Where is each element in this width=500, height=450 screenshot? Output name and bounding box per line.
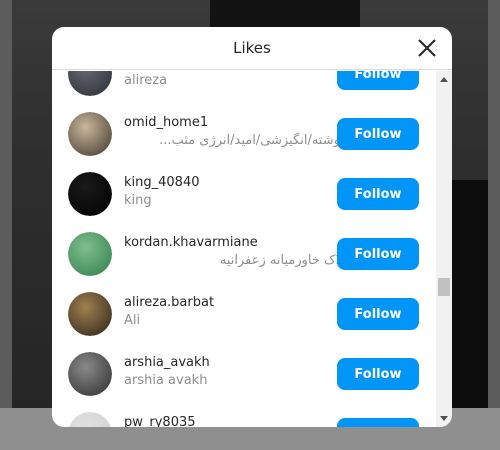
username-link[interactable]: pw_ry8035 [124, 415, 196, 427]
avatar[interactable] [68, 232, 112, 276]
username-link[interactable]: kordan.khavarmiane [124, 235, 258, 250]
list-item: pw_ry8035 Follow [52, 405, 436, 427]
list-item: alireza Follow [52, 71, 436, 105]
list-item: arshia_avakharshia avakh Follow [52, 345, 436, 405]
avatar[interactable] [68, 112, 112, 156]
follow-button[interactable]: Follow [337, 118, 419, 150]
full-name: دلنوشته/انگیزشی/امید/انرژی مثب... [159, 133, 354, 148]
username-link[interactable]: king_40840 [124, 175, 200, 190]
avatar[interactable] [68, 172, 112, 216]
follow-button[interactable]: Follow [337, 358, 419, 390]
scrollbar[interactable] [436, 71, 452, 427]
avatar[interactable] [68, 412, 112, 427]
username-link[interactable]: arshia_avakh [124, 355, 210, 370]
list-item: kordan.khavarmiane املاک خاورمیانه زعفران… [52, 225, 436, 285]
list-item: omid_home1 دلنوشته/انگیزشی/امید/انرژی مثب… [52, 105, 436, 165]
list-item: king_40840king Follow [52, 165, 436, 225]
dialog-title: Likes [233, 39, 271, 57]
dialog-header: Likes [52, 27, 452, 70]
full-name: alireza [124, 73, 168, 88]
likes-dialog: Likes alireza Follow omid_home1 دلنوشته/انگ… [52, 27, 452, 427]
avatar[interactable] [68, 352, 112, 396]
full-name: king [124, 193, 152, 208]
follow-button[interactable]: Follow [337, 71, 419, 90]
close-icon [418, 39, 436, 57]
scroll-up-arrow-icon[interactable] [440, 77, 448, 82]
username-link[interactable]: omid_home1 [124, 115, 208, 130]
full-name: املاک خاورمیانه زعفرانیه [219, 253, 354, 268]
likes-list[interactable]: alireza Follow omid_home1 دلنوشته/انگیزشی/ا… [52, 71, 436, 427]
follow-button[interactable]: Follow [337, 418, 419, 427]
follow-button[interactable]: Follow [337, 298, 419, 330]
avatar[interactable] [68, 292, 112, 336]
close-button[interactable] [416, 37, 438, 59]
username-link[interactable]: alireza.barbat [124, 295, 214, 310]
list-item: alireza.barbat Ali Follow [52, 285, 436, 345]
full-name: arshia avakh [124, 373, 208, 388]
follow-button[interactable]: Follow [337, 178, 419, 210]
full-name: Ali [124, 313, 141, 328]
scrollbar-thumb[interactable] [438, 278, 450, 296]
scroll-down-arrow-icon[interactable] [440, 416, 448, 421]
avatar[interactable] [68, 71, 112, 96]
follow-button[interactable]: Follow [337, 238, 419, 270]
